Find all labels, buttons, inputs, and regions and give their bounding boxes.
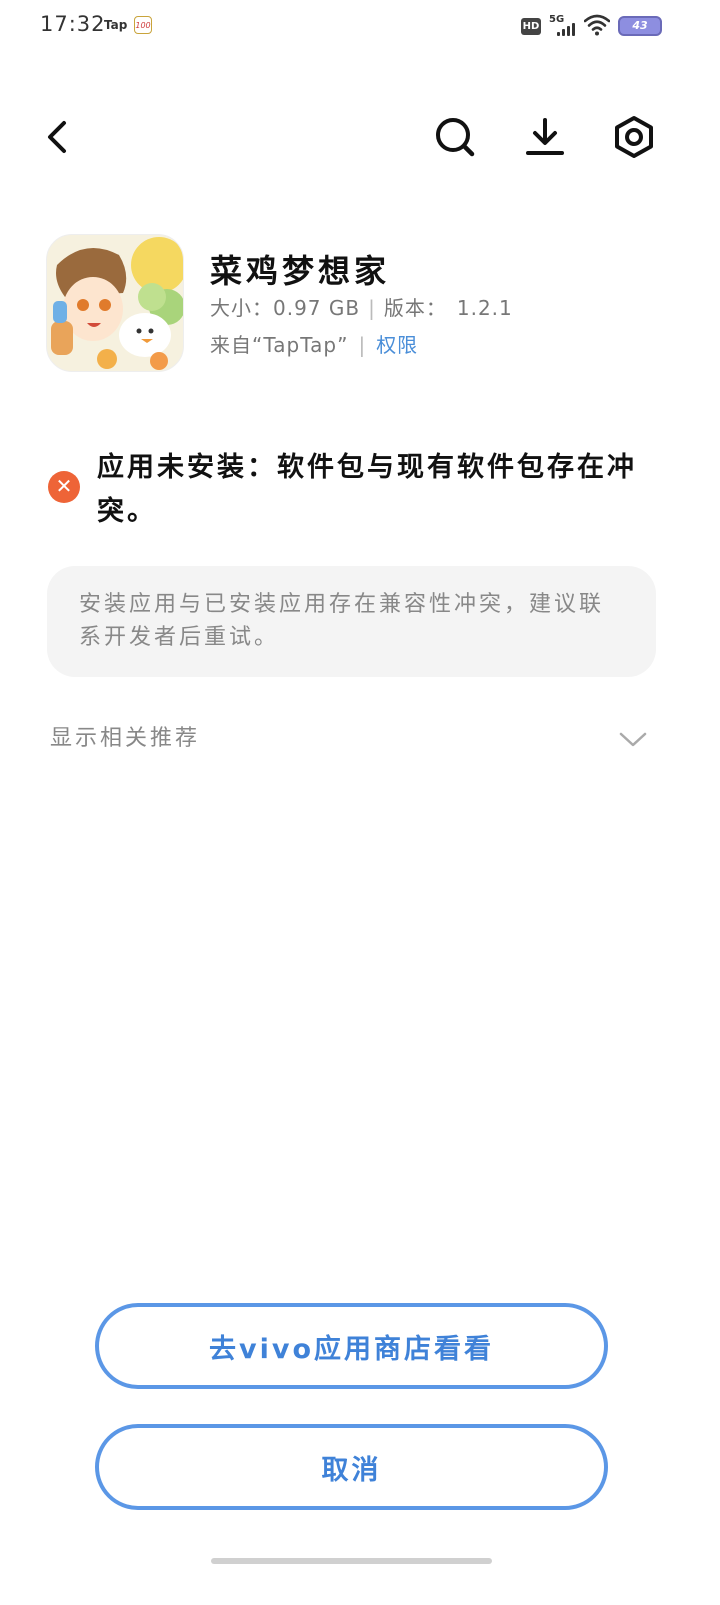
app-meta: 大小：0.97 GB | 版本： 1.2.1 [210, 292, 513, 321]
wifi-icon [584, 14, 610, 36]
calendar-notification-icon: 100 [134, 16, 152, 34]
hexagon-gear-icon [615, 116, 653, 158]
app-name: 菜鸡梦想家 [210, 252, 391, 290]
chevron-left-icon [48, 121, 66, 153]
close-circle-icon: ✕ [48, 471, 80, 503]
battery-icon: 43 [618, 16, 662, 36]
cancel-button[interactable]: 取消 [95, 1424, 608, 1510]
divider: | [368, 296, 376, 320]
version-value: 1.2.1 [456, 296, 513, 320]
hd-voice-icon: HD [521, 18, 541, 35]
error-detail-box: 安装应用与已安装应用存在兼容性冲突，建议联系开发者后重试。 [47, 566, 656, 677]
version-label: 版本： [383, 296, 447, 320]
taptap-notification-icon: Tap [104, 18, 128, 32]
permissions-link[interactable]: 权限 [376, 333, 418, 357]
app-icon [46, 234, 184, 372]
app-source: 来自“TapTap” | 权限 [210, 329, 418, 358]
size-value: 0.97 GB [273, 296, 361, 320]
divider: | [358, 333, 367, 357]
download-icon [526, 118, 564, 155]
network-type-label: 5G [549, 14, 565, 25]
chevron-down-icon[interactable] [618, 728, 648, 750]
source-text: 来自“TapTap” [210, 333, 349, 357]
size-label: 大小： [210, 296, 273, 320]
error-detail-text: 安装应用与已安装应用存在兼容性冲突，建议联系开发者后重试。 [79, 592, 605, 650]
search-icon [436, 118, 475, 157]
cellular-signal-icon: 5G [547, 14, 577, 38]
status-time: 17:32 [40, 12, 106, 36]
open-vivo-store-button[interactable]: 去vivo应用商店看看 [95, 1303, 608, 1389]
home-indicator[interactable] [211, 1558, 492, 1564]
back-button[interactable] [32, 112, 82, 162]
settings-button[interactable] [609, 112, 659, 162]
error-message: 应用未安装：软件包与现有软件包存在冲突。 [97, 452, 637, 527]
search-button[interactable] [430, 112, 480, 162]
show-recommendations-toggle[interactable]: 显示相关推荐 [50, 720, 200, 752]
download-button[interactable] [520, 112, 570, 162]
